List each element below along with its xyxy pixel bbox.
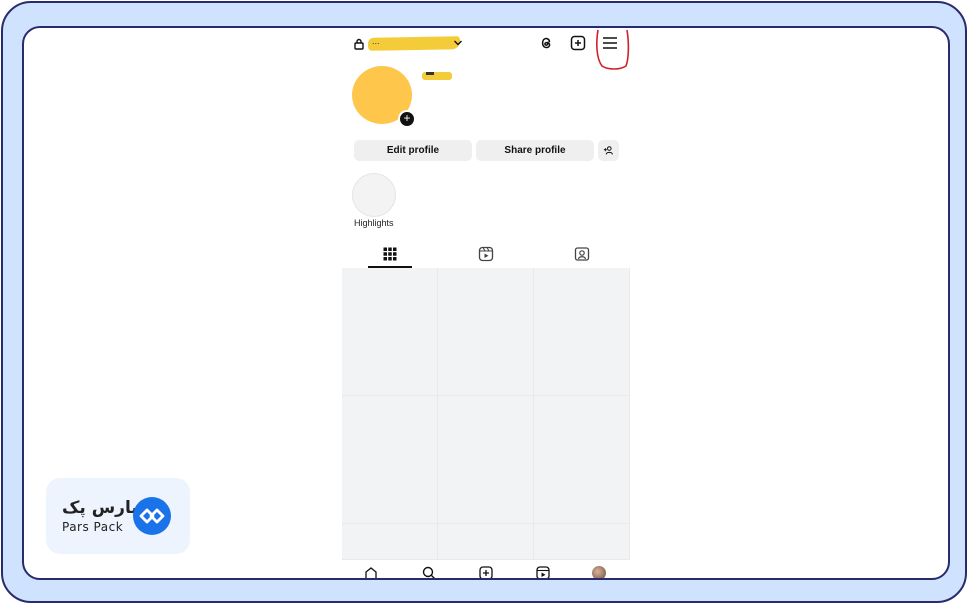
edit-profile-button[interactable]: Edit profile: [354, 140, 472, 161]
brand-name-latin: Pars Pack: [62, 520, 124, 534]
grid-placeholder: [534, 396, 630, 524]
lock-icon: [354, 38, 364, 50]
home-icon[interactable]: [364, 566, 378, 580]
create-icon[interactable]: [479, 566, 493, 580]
grid-placeholder: [534, 524, 630, 560]
name-mark: [426, 72, 434, 75]
add-story-badge[interactable]: +: [398, 110, 416, 128]
menu-highlight-annotation: [596, 29, 630, 70]
brand-name-persian: پارس پک: [62, 498, 138, 518]
username-label[interactable]: ...: [372, 36, 380, 46]
bottom-navigation: [342, 564, 630, 580]
chevron-down-icon[interactable]: [453, 38, 463, 48]
tab-posts[interactable]: [342, 242, 438, 270]
profile-content-tabs: [342, 242, 630, 270]
threads-icon[interactable]: [538, 35, 554, 51]
highlights-label: Highlights: [354, 218, 394, 228]
add-person-icon: [603, 146, 613, 155]
grid-placeholder: [534, 268, 630, 396]
grid-placeholder: [438, 524, 534, 560]
brand-logo: پارس پک Pars Pack: [46, 478, 190, 554]
grid-placeholder: [438, 396, 534, 524]
grid-icon: [383, 247, 397, 261]
discover-people-button[interactable]: [598, 140, 619, 161]
posts-grid: [342, 268, 630, 560]
grid-placeholder: [342, 524, 438, 560]
reels-icon[interactable]: [536, 566, 550, 580]
profile-avatar[interactable]: [592, 566, 606, 578]
username-redaction: [367, 36, 461, 51]
reels-icon: [478, 246, 494, 262]
profile-top-bar: ...: [342, 28, 630, 70]
tagged-icon: [574, 247, 590, 261]
create-post-icon[interactable]: [570, 35, 586, 51]
grid-placeholder: [342, 268, 438, 396]
instagram-profile-screen: ... + Edit profile Share profile Highlig…: [342, 28, 630, 580]
grid-placeholder: [342, 396, 438, 524]
tab-tagged[interactable]: [534, 242, 630, 270]
new-highlight-circle[interactable]: [352, 173, 396, 217]
grid-placeholder: [438, 268, 534, 396]
share-profile-button[interactable]: Share profile: [476, 140, 594, 161]
brand-mark-icon: [133, 497, 171, 535]
search-icon[interactable]: [422, 566, 436, 580]
tab-reels[interactable]: [438, 242, 534, 270]
